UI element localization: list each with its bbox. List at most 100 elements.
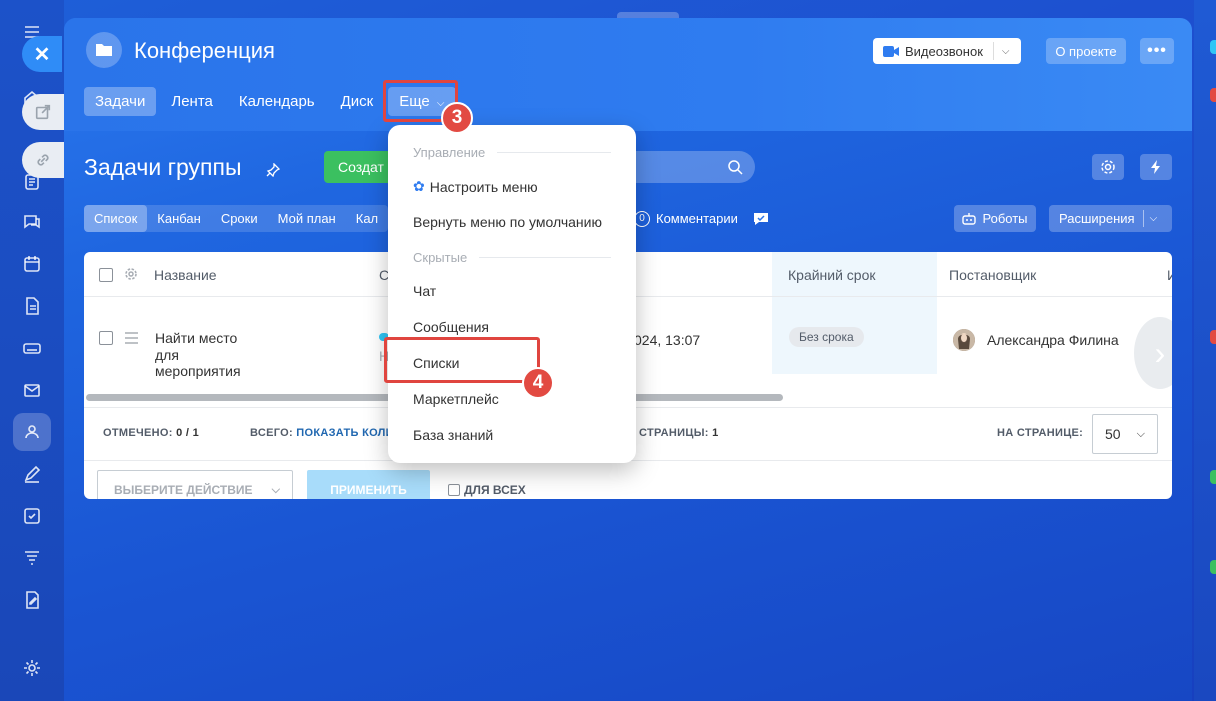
calendar-icon[interactable] [18,250,46,278]
for-all-label: ДЛЯ ВСЕХ [464,483,526,497]
scroll-right-button[interactable]: › [1134,317,1172,389]
pin-icon[interactable] [266,163,280,177]
grid-settings-button[interactable] [1092,154,1124,180]
menu-section-hidden: Скрытые [413,250,611,265]
groups-icon[interactable] [13,413,51,451]
view-tab-kanban[interactable]: Канбан [147,205,211,232]
robots-label: Роботы [982,211,1028,226]
menu-item-messages[interactable]: Сообщения [413,319,489,335]
edit-doc-icon[interactable] [18,586,46,614]
menu-item-knowledge-base[interactable]: База знаний [413,427,493,443]
about-project-button[interactable]: О проекте [1046,38,1126,64]
folder-icon [86,32,122,68]
avatar[interactable] [953,329,975,351]
select-all-checkbox[interactable] [99,268,113,282]
column-settings-icon[interactable] [124,267,138,281]
robots-button[interactable]: Роботы [954,205,1036,232]
open-new-window-button[interactable] [22,94,64,130]
step-4-badge: 4 [522,367,554,399]
chat-icon[interactable] [18,208,46,236]
tab-tasks[interactable]: Задачи [84,87,157,116]
show-count-link[interactable]: ПОКАЗАТЬ КОЛИ [296,427,394,439]
column-extra[interactable]: И [1167,267,1172,283]
task-name-line1[interactable]: Найти место [155,330,237,347]
view-tab-my-plan[interactable]: Мой план [268,205,346,232]
pages-value: 1 [712,427,719,439]
highlight-lists-item [384,337,540,383]
drive-icon[interactable] [18,334,46,362]
menu-item-chat[interactable]: Чат [413,283,436,299]
row-checkbox[interactable] [99,331,113,345]
divider [497,152,611,153]
chevron-down-icon: ⌵ [271,483,280,496]
column-creator[interactable]: Постановщик [949,267,1036,283]
settings-icon[interactable] [18,654,46,682]
close-slider-button[interactable]: ✕ [22,36,62,72]
filter-icon[interactable] [18,544,46,572]
checked-label: ОТМЕЧЕНО: [103,427,173,439]
divider [479,257,611,258]
camera-icon [883,45,899,57]
bolt-icon [1151,160,1160,174]
checked-count: ОТМЕЧЕНО: 0 / 1 [103,427,199,439]
total-count: ВСЕГО: ПОКАЗАТЬ КОЛИ [250,427,394,439]
divider [992,42,994,60]
for-all-checkbox[interactable]: ДЛЯ ВСЕХ [448,483,526,497]
menu-item-configure[interactable]: ✿ Настроить меню [413,178,538,195]
document-icon[interactable] [18,292,46,320]
edge-marker [1210,40,1216,54]
task-name-line3[interactable]: мероприятия [155,363,241,380]
chevron-down-icon[interactable]: ⌵ [1150,213,1158,224]
pages-count: СТРАНИЦЫ: 1 [639,427,719,439]
checked-value: 0 / 1 [176,427,199,439]
extensions-button[interactable]: Расширения ⌵ [1049,205,1172,232]
edge-marker [1210,330,1216,344]
menu-item-reset[interactable]: Вернуть меню по умолчанию [413,214,602,230]
tab-disk[interactable]: Диск [330,87,385,116]
right-edge [1194,0,1216,701]
create-task-button[interactable]: Создат [324,151,394,183]
view-tab-list[interactable]: Список [84,205,148,232]
action-select[interactable]: ВЫБЕРИТЕ ДЕЙСТВИЕ ⌵ [97,470,293,499]
per-page-value: 50 [1105,426,1121,442]
apply-button[interactable]: ПРИМЕНИТЬ [307,470,430,499]
tab-feed[interactable]: Лента [160,87,224,116]
chat-check-icon[interactable] [752,211,770,227]
view-tab-deadlines[interactable]: Сроки [211,205,268,232]
view-tabs: Список Канбан Сроки Мой план Кал [84,205,389,232]
comments-counter[interactable]: 0 Комментарии [634,205,770,232]
automation-button[interactable] [1140,154,1172,180]
edge-marker [1210,88,1216,102]
menu-item-marketplace[interactable]: Маркетплейс [413,391,499,407]
per-page-select[interactable]: 50 ⌵ [1092,414,1158,454]
pen-icon[interactable] [18,460,46,488]
tasks-icon[interactable] [18,502,46,530]
extensions-label: Расширения [1059,211,1135,226]
divider [1142,210,1144,227]
column-name[interactable]: Название [154,267,217,283]
comments-count: 0 [634,210,650,227]
mail-icon[interactable] [18,376,46,404]
tab-calendar[interactable]: Календарь [228,87,326,116]
edge-marker [1210,560,1216,574]
creator-name[interactable]: Александра Филина [987,332,1119,349]
chevron-down-icon[interactable]: ⌵ [1002,46,1010,57]
deadline-badge[interactable]: Без срока [789,327,864,347]
comments-label: Комментарии [656,211,738,226]
edge-marker [1210,470,1216,484]
video-call-button[interactable]: Видеозвонок ⌵ [873,38,1021,64]
more-options-button[interactable]: ••• [1140,38,1174,64]
section-label: Скрытые [413,250,468,265]
menu-section-manage: Управление [413,145,611,160]
search-input[interactable] [624,151,755,183]
view-tab-calendar[interactable]: Кал [346,205,388,232]
task-name-line2[interactable]: для [155,347,179,364]
row-menu-icon[interactable] [124,332,139,344]
gear-icon [1101,160,1115,174]
page-title: Конференция [134,38,275,63]
more-dropdown-menu: Управление ✿ Настроить меню Вернуть меню… [388,125,636,463]
copy-link-button[interactable] [22,142,64,178]
column-deadline[interactable]: Крайний срок [788,267,876,283]
date-partial: 024, 13:07 [634,332,701,348]
checkbox-box[interactable] [448,484,460,496]
